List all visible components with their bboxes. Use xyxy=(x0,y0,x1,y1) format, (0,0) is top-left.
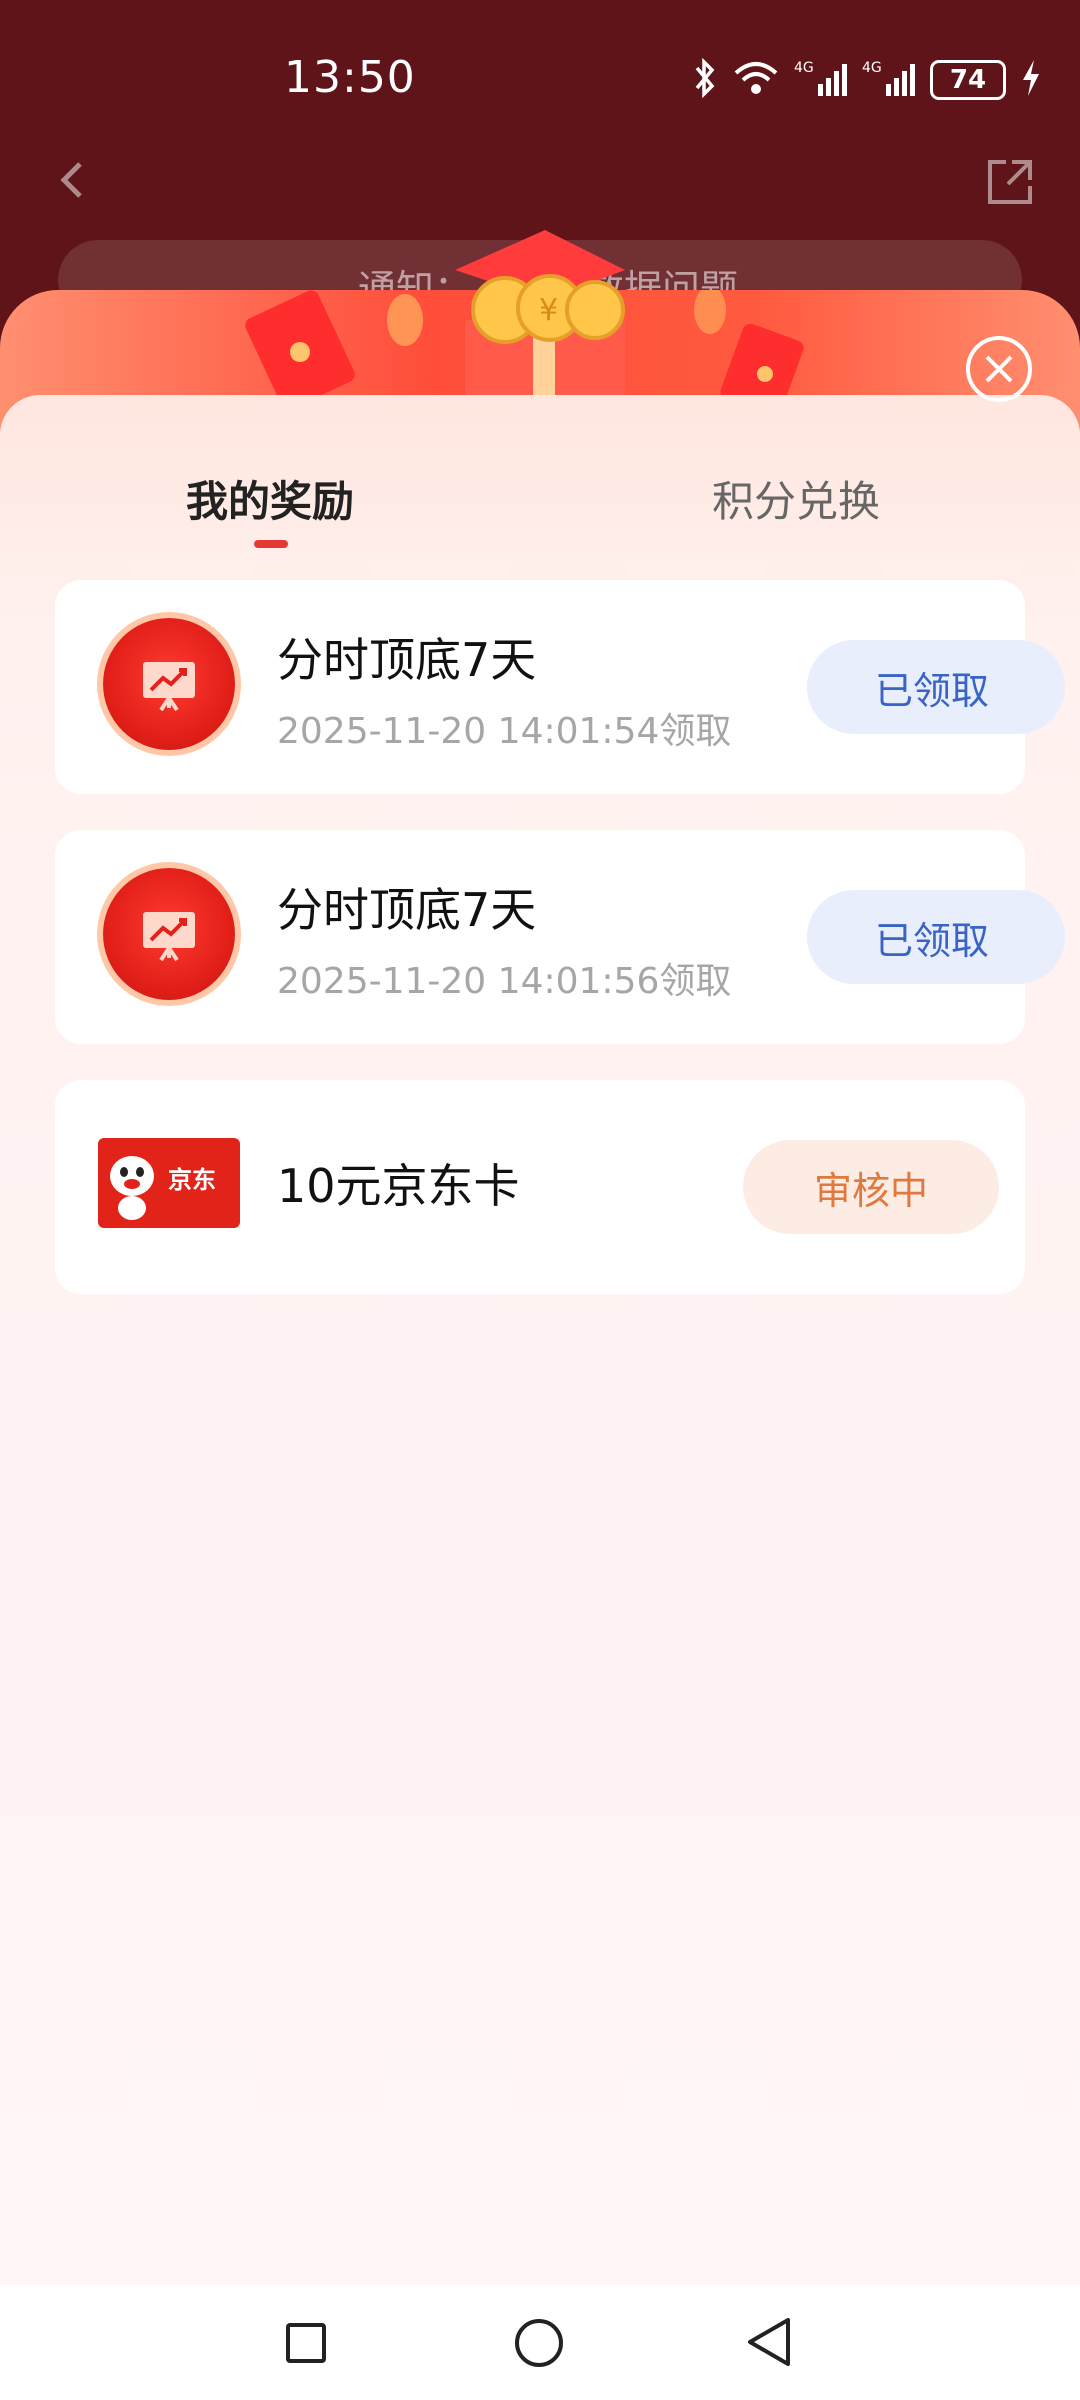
tab-my-rewards[interactable]: 我的奖励 xyxy=(186,468,354,529)
status-time: 13:50 xyxy=(284,52,416,103)
claimed-button[interactable]: 已领取 xyxy=(807,640,1065,734)
jd-gift-card-icon: 京东 xyxy=(98,1138,240,1228)
charging-icon xyxy=(1020,58,1042,102)
close-icon xyxy=(966,336,1032,402)
triangle-back-icon xyxy=(748,2318,790,2366)
gift-box-icon: ¥ xyxy=(435,230,635,400)
close-button[interactable] xyxy=(964,334,1034,404)
circle-icon xyxy=(515,2319,563,2367)
battery-indicator: 74 xyxy=(930,60,1006,100)
back-button[interactable] xyxy=(44,150,104,210)
top-bar xyxy=(0,140,1080,230)
back-arrow-icon xyxy=(60,162,82,198)
signal-4g-icon-2: 4G xyxy=(862,58,916,102)
home-button[interactable] xyxy=(514,2318,564,2368)
under-review-button[interactable]: 审核中 xyxy=(743,1140,999,1234)
nav-back-button[interactable] xyxy=(746,2316,792,2368)
svg-text:4G: 4G xyxy=(794,60,814,76)
status-bar: 13:50 4G 4G 74 xyxy=(0,0,1080,150)
reward-claim-time: 2025-11-20 14:01:56领取 xyxy=(277,961,732,1002)
jd-mascot-icon xyxy=(110,1156,154,1220)
reward-claim-time: 2025-11-20 14:01:54领取 xyxy=(277,711,732,752)
reward-card: 京东 10元京东卡 审核中 xyxy=(55,1080,1025,1294)
tab-points-exchange[interactable]: 积分兑换 xyxy=(712,468,880,529)
bluetooth-icon xyxy=(692,57,718,102)
tab-bar: 我的奖励 积分兑换 xyxy=(0,468,1080,548)
svg-text:¥: ¥ xyxy=(539,293,558,328)
jd-card-label: 京东 xyxy=(168,1166,216,1194)
claimed-button[interactable]: 已领取 xyxy=(807,890,1065,984)
share-button[interactable] xyxy=(980,152,1040,212)
trend-chart-icon xyxy=(103,868,235,1000)
tab-active-indicator xyxy=(254,540,288,548)
svg-text:4G: 4G xyxy=(862,60,882,76)
status-icons: 4G 4G 74 xyxy=(692,50,1042,110)
recent-apps-button[interactable] xyxy=(286,2323,326,2363)
trend-chart-icon xyxy=(103,618,235,750)
reward-title: 分时顶底7天 xyxy=(277,883,537,937)
share-icon xyxy=(988,160,1032,204)
reward-title: 10元京东卡 xyxy=(277,1159,520,1213)
reward-card: 分时顶底7天 2025-11-20 14:01:54领取 已领取 xyxy=(55,580,1065,794)
signal-4g-icon: 4G xyxy=(794,58,848,102)
wifi-icon xyxy=(732,59,780,101)
square-icon xyxy=(286,2323,326,2363)
reward-card: 分时顶底7天 2025-11-20 14:01:56领取 已领取 xyxy=(55,830,1065,1044)
reward-title: 分时顶底7天 xyxy=(277,633,537,687)
